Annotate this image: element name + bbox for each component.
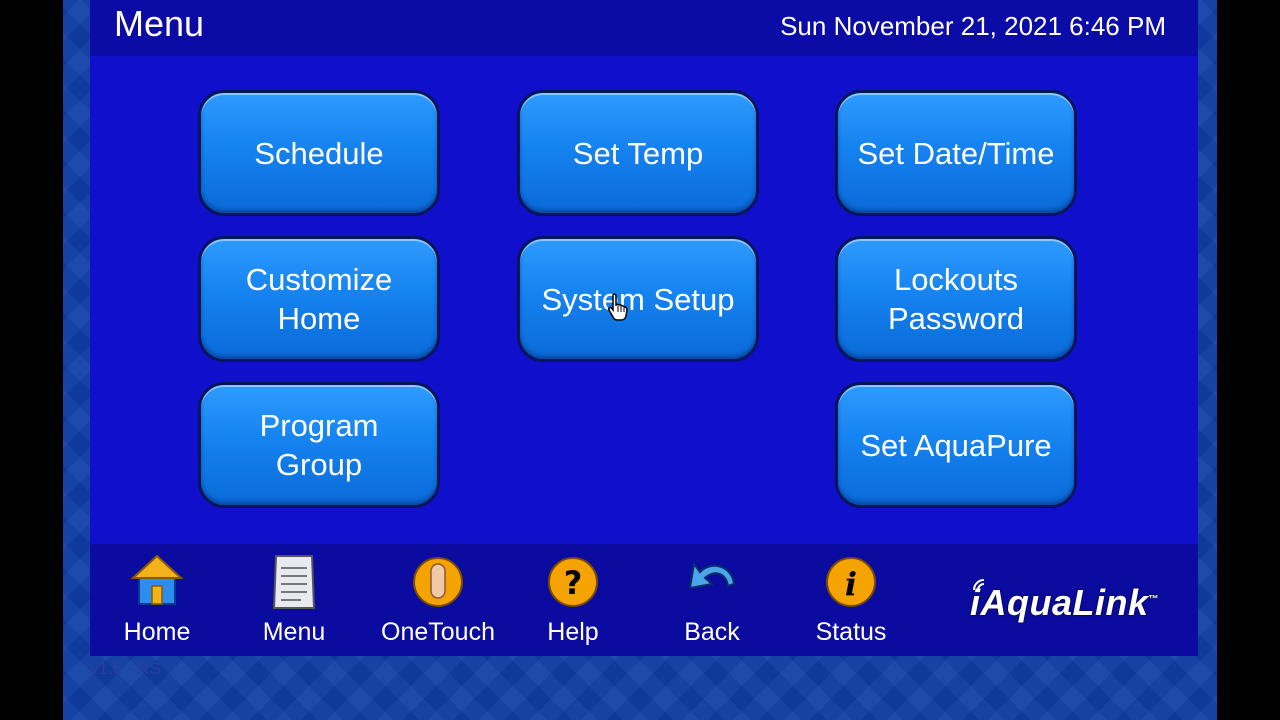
- system-setup-button-label: System Setup: [541, 281, 735, 317]
- brand-trademark: ™: [1148, 594, 1160, 605]
- nav-back[interactable]: Back: [647, 554, 777, 654]
- date-time-display: Sun November 21, 2021 6:46 PM: [780, 11, 1166, 41]
- schedule-button-label: Schedule: [254, 135, 384, 171]
- set-aquapure-button-label: Set AquaPure: [860, 427, 1052, 463]
- nav-home[interactable]: Home: [92, 554, 222, 654]
- lockouts-password-button[interactable]: Lockouts Password: [835, 236, 1077, 362]
- schedule-button[interactable]: Schedule: [198, 90, 440, 216]
- svg-text:i: i: [845, 565, 857, 603]
- set-aquapure-button[interactable]: Set AquaPure: [835, 382, 1077, 508]
- wifi-waves-icon: [973, 579, 985, 591]
- control-screen: Menu Sun November 21, 2021 6:46 PM Sched…: [90, 0, 1198, 656]
- iaqualink-logo: iAquaLink™: [970, 574, 1180, 626]
- menu-document-icon: [272, 555, 316, 609]
- nav-onetouch-label: OneTouch: [381, 618, 495, 646]
- nav-status[interactable]: i Status: [786, 554, 916, 654]
- program-group-button[interactable]: Program Group: [198, 382, 440, 508]
- nav-menu[interactable]: Menu: [229, 554, 359, 654]
- nav-onetouch[interactable]: OneTouch: [373, 554, 503, 654]
- hand-cursor-icon: [608, 293, 628, 321]
- status-info-icon: i: [826, 557, 876, 607]
- program-group-button-label: Program Group: [259, 408, 379, 482]
- onetouch-finger-icon: [413, 557, 463, 607]
- nav-help[interactable]: ? Help: [508, 554, 638, 654]
- bottom-nav-bar: Home Menu OneTouch ? Help Back i Status …: [90, 544, 1198, 656]
- header-bar: Menu Sun November 21, 2021 6:46 PM: [90, 0, 1198, 56]
- set-date-time-button[interactable]: Set Date/Time: [835, 90, 1077, 216]
- version-label: v1.5 - RS: [90, 659, 161, 678]
- customize-home-button[interactable]: Customize Home: [198, 236, 440, 362]
- set-temp-button[interactable]: Set Temp: [517, 90, 759, 216]
- page-title: Menu: [114, 3, 205, 44]
- set-temp-button-label: Set Temp: [572, 135, 704, 171]
- nav-home-label: Home: [123, 618, 191, 646]
- system-setup-button[interactable]: System Setup: [517, 236, 759, 362]
- nav-back-label: Back: [684, 618, 740, 646]
- nav-help-label: Help: [547, 618, 599, 646]
- set-date-time-button-label: Set Date/Time: [857, 135, 1055, 171]
- customize-home-button-label: Customize Home: [245, 262, 393, 336]
- back-arrow-icon: [688, 561, 736, 590]
- nav-status-label: Status: [815, 618, 887, 646]
- svg-text:?: ?: [564, 564, 583, 602]
- brand-name: iAquaLink: [970, 582, 1149, 623]
- lockouts-password-button-label: Lockouts Password: [887, 262, 1025, 336]
- nav-menu-label: Menu: [262, 618, 326, 646]
- help-question-icon: ?: [548, 557, 598, 607]
- home-icon: [131, 554, 183, 605]
